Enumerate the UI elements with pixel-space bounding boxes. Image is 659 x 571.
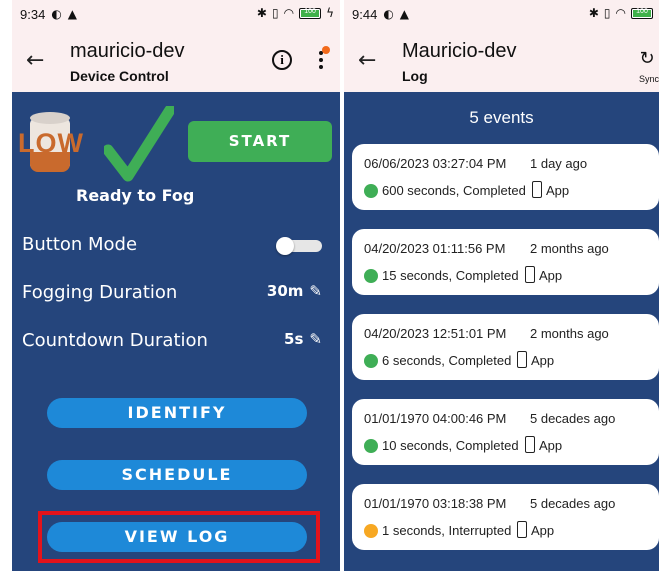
charging-icon: ϟ <box>326 6 334 20</box>
app-bar: ← Mauricio-dev Log ↻ Sync <box>344 28 659 92</box>
device-name-title: Mauricio-dev <box>402 40 517 62</box>
event-card[interactable]: 01/01/1970 03:18:38 PM 5 decades ago 1 sec… <box>352 484 659 550</box>
sync-icon[interactable]: ↻ <box>635 50 659 68</box>
countdown-duration-row[interactable]: Countdown Duration 5s ✎ <box>22 330 322 351</box>
fogging-duration-row[interactable]: Fogging Duration 30m ✎ <box>22 282 322 303</box>
event-result: 600 seconds, Completed <box>382 183 526 198</box>
log-screen: 9:44 ◐ ▲ ✱ ▯ ◠ 100 ← Mauricio-dev Log ↻ … <box>344 0 659 571</box>
fluid-level-indicator: LOW <box>18 108 86 176</box>
bluetooth-icon: ✱ <box>588 6 599 20</box>
wifi-icon: ◠ <box>283 6 295 20</box>
event-card[interactable]: 04/20/2023 12:51:01 PM 2 months ago 6 seco… <box>352 314 659 380</box>
schedule-button[interactable]: SCHEDULE <box>47 460 307 490</box>
countdown-duration-label: Countdown Duration <box>22 330 208 351</box>
app-bar: ← mauricio-dev Device Control i <box>12 28 340 92</box>
warning-icon: ▲ <box>67 7 78 21</box>
event-date: 04/20/2023 12:51:01 PM <box>364 326 507 341</box>
screen-subtitle: Device Control <box>70 68 169 84</box>
event-card[interactable]: 01/01/1970 04:00:46 PM 5 decades ago 10 se… <box>352 399 659 465</box>
low-label: LOW <box>18 128 84 158</box>
fogging-duration-value: 30m <box>266 282 304 300</box>
battery-icon: 100 <box>299 7 322 19</box>
event-card[interactable]: 04/20/2023 01:11:56 PM 2 months ago 15 sec… <box>352 229 659 295</box>
battery-icon: 100 <box>631 7 653 19</box>
left-margin <box>0 0 12 571</box>
start-button[interactable]: START <box>188 121 332 162</box>
status-dot-icon <box>364 354 378 368</box>
data-saver-icon: ◐ <box>51 7 62 21</box>
back-arrow-icon[interactable]: ← <box>26 48 44 73</box>
vibrate-icon: ▯ <box>603 6 611 20</box>
event-source: App <box>531 523 555 538</box>
event-relative-time: 2 months ago <box>530 241 609 256</box>
event-date: 01/01/1970 04:00:46 PM <box>364 411 507 426</box>
edit-pencil-icon[interactable]: ✎ <box>309 330 322 348</box>
status-icons: ✱ ▯ ◠ 100 ϟ <box>257 6 334 20</box>
phone-icon <box>532 181 542 198</box>
status-bar: 9:44 ◐ ▲ ✱ ▯ ◠ 100 <box>344 0 659 28</box>
event-result: 6 seconds, Completed <box>382 353 512 368</box>
events-count: 5 events <box>469 108 534 127</box>
phone-icon <box>517 351 527 368</box>
event-date: 06/06/2023 03:27:04 PM <box>364 156 507 171</box>
status-time: 9:34 <box>20 6 46 22</box>
status-dot-icon <box>364 524 378 538</box>
edit-pencil-icon[interactable]: ✎ <box>309 282 322 300</box>
sync-label[interactable]: Sync <box>639 74 659 84</box>
event-relative-time: 1 day ago <box>530 156 588 171</box>
event-relative-time: 5 decades ago <box>530 496 616 511</box>
event-result: 10 seconds, Completed <box>382 438 519 453</box>
countdown-duration-value: 5s <box>284 330 304 348</box>
device-name-title: mauricio-dev <box>70 40 185 62</box>
view-log-highlight <box>38 511 320 563</box>
data-saver-icon: ◐ <box>383 7 394 21</box>
button-mode-row: Button Mode <box>22 234 322 255</box>
event-source: App <box>539 268 563 283</box>
event-result: 1 seconds, Interrupted <box>382 523 512 538</box>
event-source: App <box>539 438 563 453</box>
info-icon[interactable]: i <box>272 50 292 70</box>
status-dot-icon <box>364 269 378 283</box>
phone-icon <box>525 436 535 453</box>
event-relative-time: 5 decades ago <box>530 411 616 426</box>
warning-icon: ▲ <box>399 7 410 21</box>
vibrate-icon: ▯ <box>271 6 279 20</box>
screen-subtitle: Log <box>402 68 428 84</box>
button-mode-label: Button Mode <box>22 234 138 255</box>
event-card[interactable]: 06/06/2023 03:27:04 PM 1 day ago 600 secon… <box>352 144 659 210</box>
status-icons: ✱ ▯ ◠ 100 <box>589 6 653 20</box>
event-relative-time: 2 months ago <box>530 326 609 341</box>
event-source: App <box>546 183 570 198</box>
device-control-screen: 9:34 ◐ ▲ ✱ ▯ ◠ 100 ϟ ← mauricio-dev Devi… <box>12 0 340 571</box>
status-time: 9:44 <box>352 6 378 22</box>
status-dot-icon <box>364 184 378 198</box>
canister-top <box>30 112 70 124</box>
identify-button[interactable]: IDENTIFY <box>47 398 307 428</box>
notification-dot <box>322 46 330 54</box>
ready-status: Ready to Fog <box>76 186 195 205</box>
button-mode-toggle[interactable] <box>276 237 322 255</box>
event-date: 04/20/2023 01:11:56 PM <box>364 241 506 256</box>
event-source: App <box>531 353 555 368</box>
event-date: 01/01/1970 03:18:38 PM <box>364 496 507 511</box>
back-arrow-icon[interactable]: ← <box>358 48 376 73</box>
status-bar: 9:34 ◐ ▲ ✱ ▯ ◠ 100 ϟ <box>12 0 340 28</box>
checkmark-icon <box>104 106 174 182</box>
battery-level: 100 <box>304 7 316 15</box>
phone-icon <box>517 521 527 538</box>
fogging-duration-label: Fogging Duration <box>22 282 178 303</box>
bluetooth-icon: ✱ <box>256 6 267 20</box>
event-result: 15 seconds, Completed <box>382 268 519 283</box>
status-dot-icon <box>364 439 378 453</box>
battery-level: 100 <box>636 7 648 15</box>
phone-icon <box>525 266 535 283</box>
wifi-icon: ◠ <box>615 6 626 20</box>
